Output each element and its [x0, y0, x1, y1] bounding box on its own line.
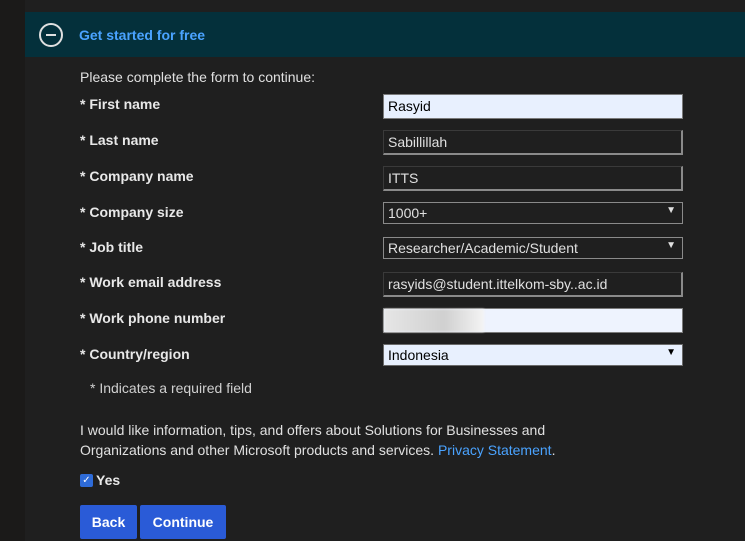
continue-button[interactable]: Continue — [140, 505, 226, 539]
chevron-down-icon: ▼ — [666, 240, 676, 251]
redacted-phone-value — [384, 309, 484, 332]
company-name-value: ITTS — [388, 170, 419, 186]
job-title-label: * Job title — [80, 239, 144, 255]
last-name-label: * Last name — [80, 132, 159, 148]
company-size-select[interactable]: 1000+ ▼ — [383, 202, 683, 224]
country-value: Indonesia — [388, 347, 449, 363]
form-intro: Please complete the form to continue: — [80, 69, 316, 85]
country-select[interactable]: Indonesia ▼ — [383, 344, 683, 366]
minus-circle-icon[interactable] — [39, 22, 63, 47]
back-button[interactable]: Back — [80, 505, 137, 539]
consent-text-block: I would like information, tips, and offe… — [80, 420, 580, 460]
last-name-value: Sabillillah — [388, 134, 448, 150]
required-field-note: * Indicates a required field — [90, 380, 252, 396]
company-size-label: * Company size — [80, 204, 184, 220]
privacy-statement-link[interactable]: Privacy Statement — [438, 442, 552, 458]
first-name-value: Rasyid — [388, 98, 431, 114]
job-title-select[interactable]: Researcher/Academic/Student ▼ — [383, 237, 683, 259]
section-title: Get started for free — [79, 26, 206, 43]
consent-checkbox[interactable]: ✓ — [80, 473, 93, 487]
work-email-input[interactable]: rasyids@student.ittelkom-sby..ac.id — [383, 272, 683, 297]
first-name-input[interactable]: Rasyid — [383, 94, 683, 119]
work-email-label: * Work email address — [80, 274, 222, 290]
work-email-value: rasyids@student.ittelkom-sby..ac.id — [388, 276, 608, 292]
last-name-input[interactable]: Sabillillah — [383, 130, 683, 155]
consent-checkbox-row[interactable]: ✓ Yes — [80, 472, 120, 488]
first-name-label: * First name — [80, 96, 161, 112]
consent-checkbox-label: Yes — [96, 472, 121, 488]
chevron-down-icon: ▼ — [666, 347, 676, 358]
section-header[interactable]: Get started for free — [25, 12, 745, 57]
country-label: * Country/region — [80, 346, 190, 362]
company-name-label: * Company name — [80, 168, 194, 184]
job-title-value: Researcher/Academic/Student — [388, 240, 578, 256]
chevron-down-icon: ▼ — [666, 205, 676, 216]
company-name-input[interactable]: ITTS — [383, 166, 683, 191]
work-phone-input[interactable] — [383, 308, 683, 333]
work-phone-label: * Work phone number — [80, 310, 226, 326]
company-size-value: 1000+ — [388, 205, 428, 221]
consent-period: . — [551, 442, 556, 458]
